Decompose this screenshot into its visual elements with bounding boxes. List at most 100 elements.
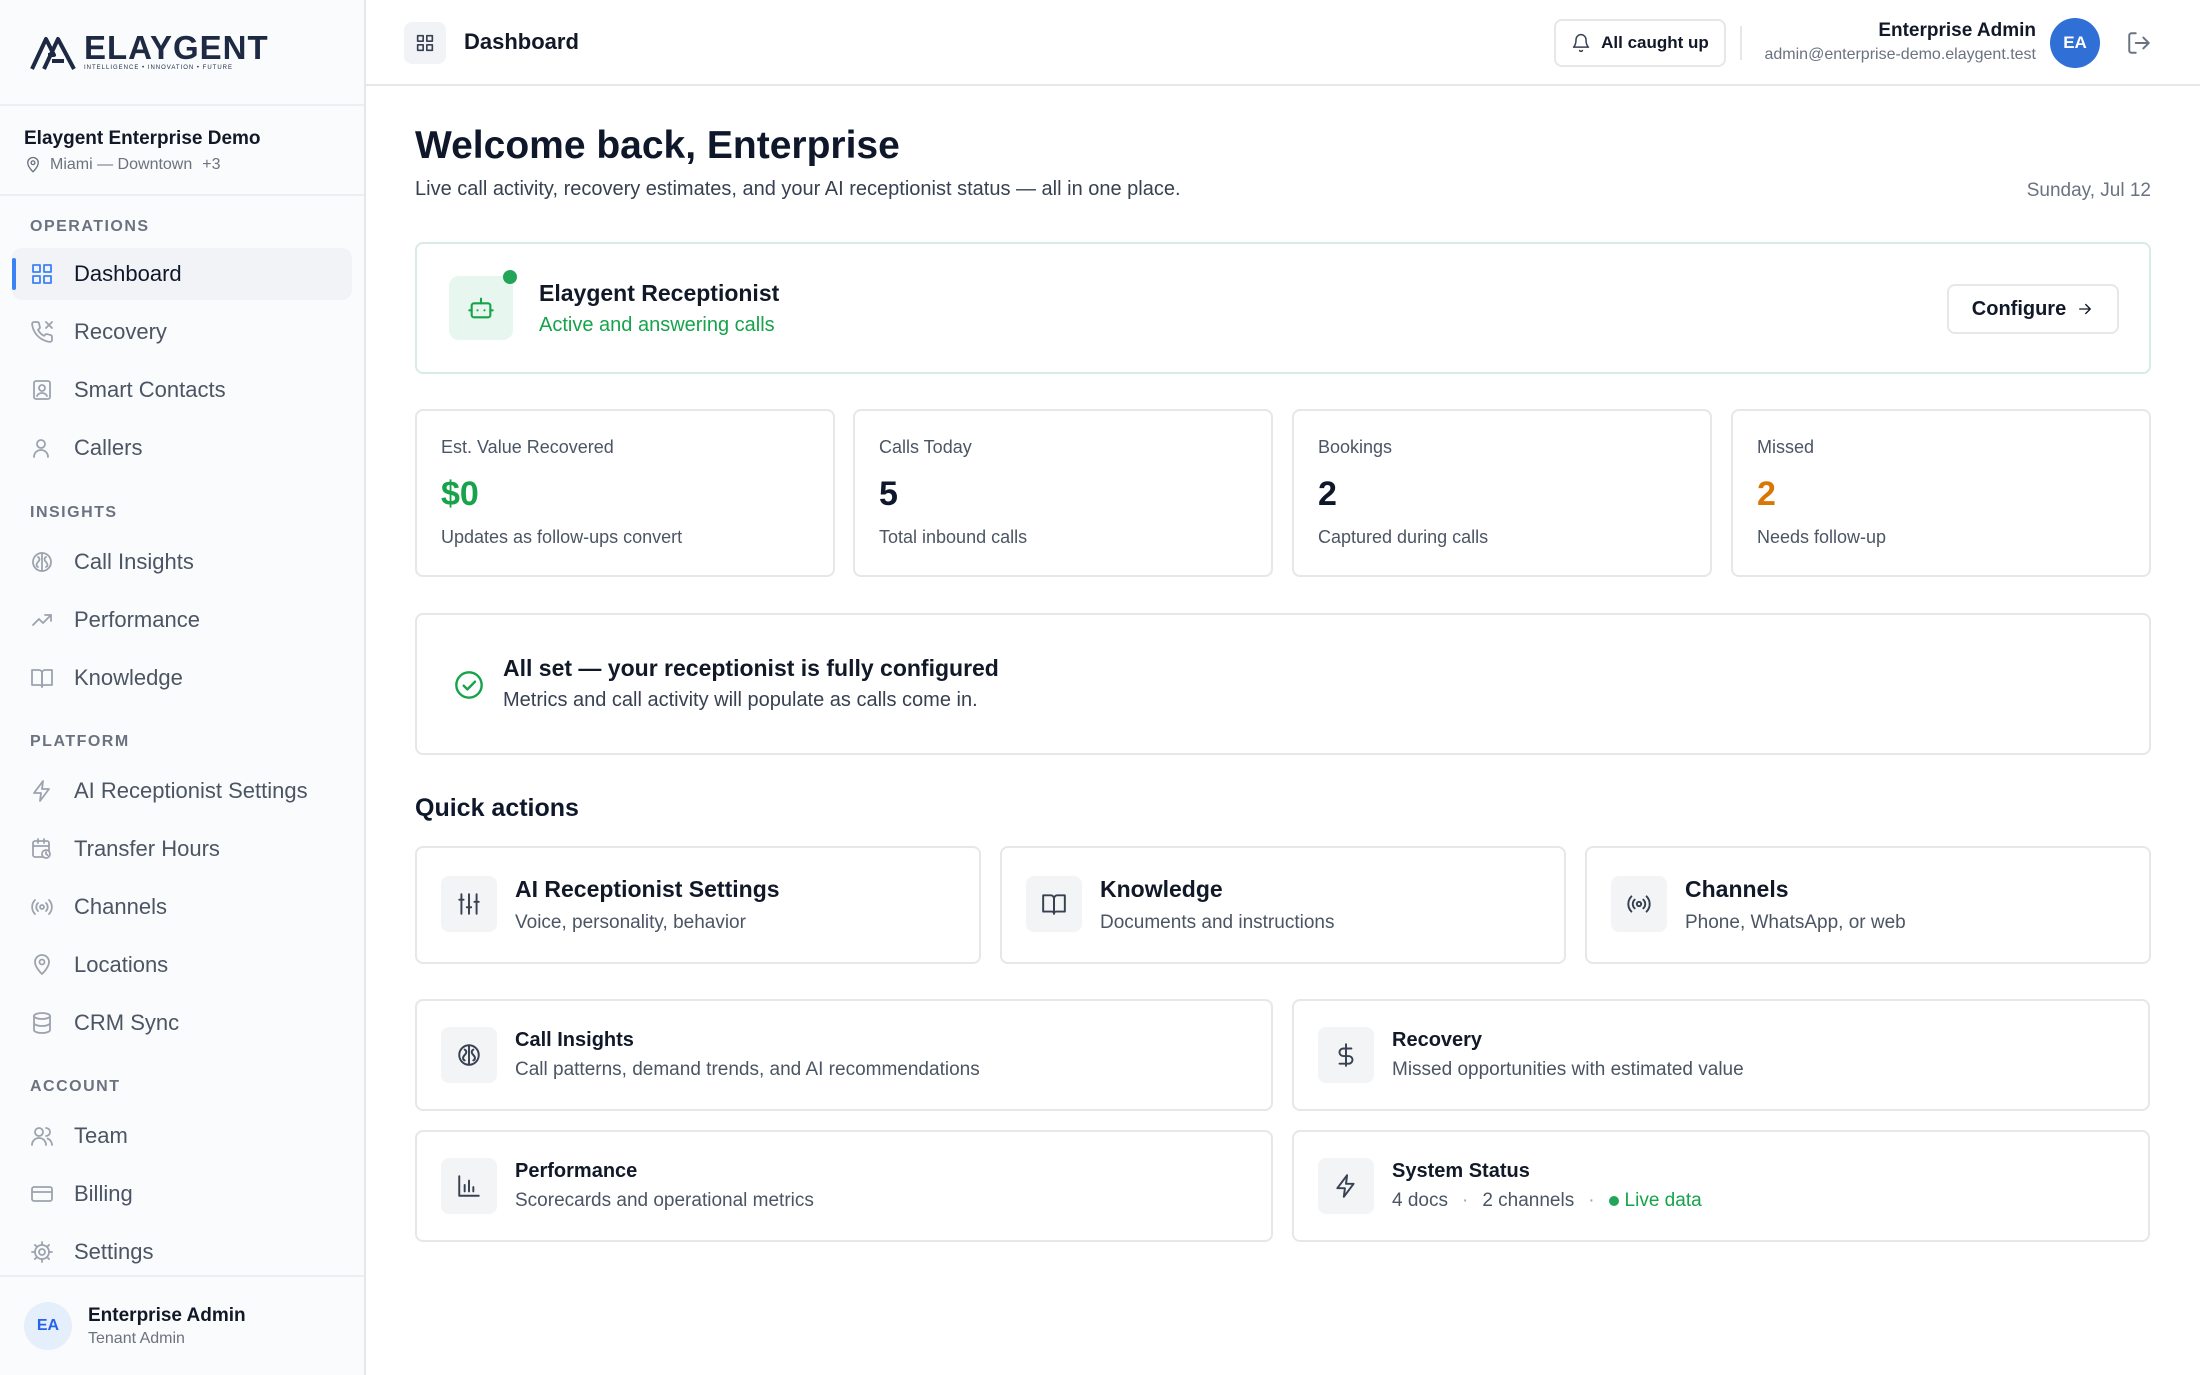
sidebar-item-call-insights[interactable]: Call Insights xyxy=(12,536,352,588)
org-location: Miami — Downtown +3 xyxy=(24,156,340,174)
stat-card-missed[interactable]: Missed 2 Needs follow-up xyxy=(1731,409,2151,577)
stat-value: $0 xyxy=(441,475,479,513)
quick-action-description: Scorecards and operational metrics xyxy=(515,1190,814,1211)
org-switcher[interactable]: Elaygent Enterprise Demo Miami — Downtow… xyxy=(0,106,364,196)
notifications-button[interactable]: All caught up xyxy=(1554,19,1726,67)
quick-action-call-insights[interactable]: Call Insights Call patterns, demand tren… xyxy=(415,999,1273,1111)
user-icon xyxy=(33,439,49,458)
sidebar-user-role: Tenant Admin xyxy=(88,1329,185,1347)
quick-action-channels[interactable]: Channels Phone, WhatsApp, or web xyxy=(1585,846,2151,964)
grid-icon xyxy=(32,264,52,284)
system-status-summary: 4 docs · 2 channels · Live data xyxy=(1392,1190,1702,1212)
dollar-icon xyxy=(1338,1043,1354,1067)
sidebar-item-label: Locations xyxy=(74,952,169,977)
setup-complete-title: All set — your receptionist is fully con… xyxy=(503,655,999,681)
brand-name: ELAYGENT xyxy=(84,29,269,66)
sliders-icon xyxy=(458,893,480,915)
users-icon xyxy=(31,1127,53,1146)
setup-complete-banner: All set — your receptionist is fully con… xyxy=(415,613,2151,755)
welcome-subtitle: Live call activity, recovery estimates, … xyxy=(415,178,1181,200)
quick-action-system-status[interactable]: System Status 4 docs · 2 channels · Live… xyxy=(1292,1130,2150,1242)
stat-label: Est. Value Recovered xyxy=(441,437,614,457)
online-status-dot xyxy=(503,270,517,284)
book-icon xyxy=(31,669,53,688)
stat-card-value-recovered[interactable]: Est. Value Recovered $0 Updates as follo… xyxy=(415,409,835,577)
stat-card-calls-today[interactable]: Calls Today 5 Total inbound calls xyxy=(853,409,1273,577)
sidebar-item-crm-sync[interactable]: CRM Sync xyxy=(12,997,352,1049)
sidebar-item-billing[interactable]: Billing xyxy=(12,1168,352,1220)
quick-action-icon-box xyxy=(441,876,497,932)
sidebar-user-name: Enterprise Admin xyxy=(88,1304,246,1326)
quick-action-knowledge[interactable]: Knowledge Documents and instructions xyxy=(1000,846,1566,964)
page-title: Dashboard xyxy=(464,29,579,54)
welcome-heading: Welcome back, Enterprise xyxy=(415,124,900,167)
sidebar-item-label: CRM Sync xyxy=(74,1010,180,1035)
sidebar-item-callers[interactable]: Callers xyxy=(12,422,352,474)
avatar[interactable]: EA xyxy=(2050,18,2100,68)
separator: · xyxy=(1588,1190,1595,1211)
sidebar-item-label: Performance xyxy=(74,607,200,632)
sidebar-item-label: Transfer Hours xyxy=(74,836,220,861)
quick-action-icon-box xyxy=(1318,1158,1374,1214)
live-status-dot xyxy=(1608,1196,1619,1206)
sidebar-item-label: Smart Contacts xyxy=(74,377,226,402)
quick-action-recovery[interactable]: Recovery Missed opportunities with estim… xyxy=(1292,999,2150,1111)
sidebar-item-label: Knowledge xyxy=(74,665,183,690)
sidebar-item-channels[interactable]: Channels xyxy=(12,881,352,933)
receptionist-status-card: Elaygent Receptionist Active and answeri… xyxy=(415,242,2151,374)
header-user-info[interactable]: Enterprise Admin admin@enterprise-demo.e… xyxy=(1765,20,2037,64)
quick-action-performance[interactable]: Performance Scorecards and operational m… xyxy=(415,1130,1273,1242)
brand-logo[interactable]: ELAYGENT INTELLIGENCE • INNOVATION • FUT… xyxy=(0,0,364,106)
stat-label: Missed xyxy=(1757,437,1815,457)
sidebar-item-label: AI Receptionist Settings xyxy=(74,778,308,803)
bolt-icon xyxy=(1336,1174,1355,1198)
divider xyxy=(1740,26,1742,60)
sidebar-item-dashboard[interactable]: Dashboard xyxy=(12,248,352,300)
setup-complete-text: Metrics and call activity will populate … xyxy=(503,689,978,711)
sidebar-user-profile[interactable]: EA Enterprise Admin Tenant Admin xyxy=(0,1275,364,1375)
quick-action-title: Call Insights xyxy=(515,1029,634,1051)
sidebar-item-label: Call Insights xyxy=(74,549,194,574)
stat-note: Captured during calls xyxy=(1318,527,1489,547)
sidebar-item-locations[interactable]: Locations xyxy=(12,939,352,991)
contact-card-icon xyxy=(33,380,51,400)
notifications-label: All caught up xyxy=(1601,33,1709,52)
gear-icon xyxy=(31,1241,53,1263)
sidebar-item-performance[interactable]: Performance xyxy=(12,594,352,646)
quick-action-icon-box xyxy=(441,1158,497,1214)
map-pin-icon xyxy=(27,156,39,173)
sidebar-item-smart-contacts[interactable]: Smart Contacts xyxy=(12,364,352,416)
broadcast-icon xyxy=(31,899,53,915)
sidebar-item-label: Channels xyxy=(74,894,167,919)
stat-card-bookings[interactable]: Bookings 2 Captured during calls xyxy=(1292,409,1712,577)
sidebar-toggle-button[interactable] xyxy=(404,22,446,64)
configure-button[interactable]: Configure xyxy=(1947,284,2119,334)
sidebar-item-transfer-hours[interactable]: Transfer Hours xyxy=(12,823,352,875)
sidebar-item-team[interactable]: Team xyxy=(12,1110,352,1162)
quick-action-ai-receptionist-settings[interactable]: AI Receptionist Settings Voice, personal… xyxy=(415,846,981,964)
stat-note: Total inbound calls xyxy=(879,527,1028,547)
book-icon xyxy=(1042,894,1066,915)
sidebar-item-label: Callers xyxy=(74,435,143,460)
brain-icon xyxy=(458,1044,480,1066)
channels-count: 2 channels xyxy=(1482,1190,1575,1211)
header-user-name: Enterprise Admin xyxy=(1878,20,2036,41)
stat-value: 2 xyxy=(1757,475,1776,513)
section-insights: INSIGHTS xyxy=(30,504,118,521)
configure-label: Configure xyxy=(1971,297,2067,320)
logout-icon[interactable] xyxy=(2126,30,2152,56)
sidebar-item-recovery[interactable]: Recovery xyxy=(12,306,352,358)
stat-value: 5 xyxy=(879,475,898,513)
stat-note: Needs follow-up xyxy=(1757,527,1887,547)
sidebar-item-knowledge[interactable]: Knowledge xyxy=(12,652,352,704)
bolt-icon xyxy=(33,780,50,802)
quick-action-icon-box xyxy=(1318,1027,1374,1083)
receptionist-status: Active and answering calls xyxy=(539,314,775,336)
quick-action-description: Voice, personality, behavior xyxy=(515,912,746,933)
quick-action-icon-box xyxy=(1611,876,1667,932)
header-user-email: admin@enterprise-demo.elaygent.test xyxy=(1764,46,2037,63)
database-icon xyxy=(33,1012,51,1034)
sidebar-item-ai-receptionist-settings[interactable]: AI Receptionist Settings xyxy=(12,765,352,817)
sidebar-item-settings[interactable]: Settings xyxy=(12,1226,352,1278)
quick-action-title: AI Receptionist Settings xyxy=(515,876,780,902)
